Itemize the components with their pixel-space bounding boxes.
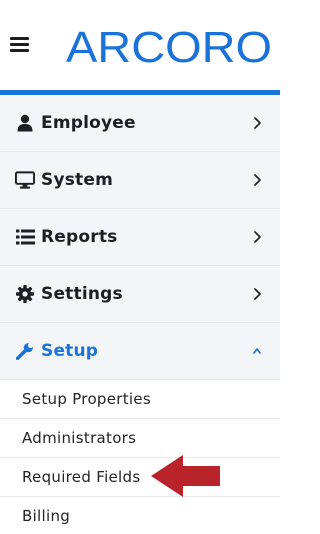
- user-icon: [15, 113, 35, 133]
- menu-item-setup[interactable]: Setup: [0, 323, 280, 380]
- app-page: ARCORO Employee System Reports Settings …: [0, 0, 280, 534]
- submenu-item-setup-properties[interactable]: Setup Properties: [0, 380, 280, 419]
- chevron-right-icon: [254, 174, 261, 186]
- menu-item-settings[interactable]: Settings: [0, 266, 280, 323]
- red-arrow-left-icon: [151, 455, 220, 497]
- hamburger-menu-icon[interactable]: [10, 37, 29, 52]
- arcoro-logo[interactable]: ARCORO: [64, 20, 274, 70]
- chevron-right-icon: [254, 231, 261, 243]
- menu-item-employee[interactable]: Employee: [0, 95, 280, 152]
- setup-submenu: Setup Properties Administrators Required…: [0, 380, 280, 534]
- menu-item-label: Employee: [41, 113, 136, 133]
- submenu-item-label: Setup Properties: [22, 390, 152, 408]
- submenu-item-administrators[interactable]: Administrators: [0, 419, 280, 458]
- svg-text:ARCORO: ARCORO: [66, 23, 272, 70]
- menu-item-label: Settings: [41, 284, 123, 304]
- chevron-right-icon: [254, 288, 261, 300]
- menu-item-label: System: [41, 170, 114, 190]
- sidebar-menu: Employee System Reports Settings Setup S…: [0, 95, 280, 534]
- gear-icon: [15, 284, 35, 304]
- submenu-item-label: Required Fields: [22, 468, 141, 486]
- list-icon: [15, 227, 35, 247]
- submenu-item-required-fields[interactable]: Required Fields: [0, 458, 280, 497]
- submenu-item-label: Billing: [22, 507, 71, 525]
- chevron-up-icon: [253, 348, 261, 354]
- menu-item-label: Setup: [41, 341, 99, 361]
- app-header: ARCORO: [0, 0, 280, 90]
- menu-item-system[interactable]: System: [0, 152, 280, 209]
- chevron-right-icon: [254, 117, 261, 129]
- submenu-item-label: Administrators: [22, 429, 137, 447]
- monitor-icon: [15, 170, 35, 190]
- wrench-icon: [15, 341, 35, 361]
- menu-item-label: Reports: [41, 227, 118, 247]
- menu-item-reports[interactable]: Reports: [0, 209, 280, 266]
- submenu-item-billing[interactable]: Billing: [0, 497, 280, 534]
